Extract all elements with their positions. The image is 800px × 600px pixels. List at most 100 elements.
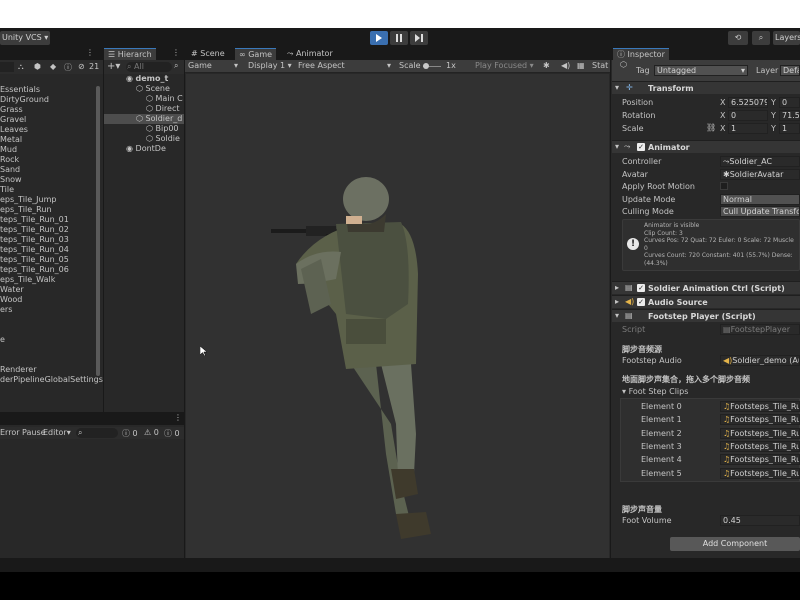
clip-element-field[interactable]: ♫Footsteps_Tile_Run_ [720, 440, 800, 452]
project-item[interactable]: teps_Tile_Run_06 [0, 265, 69, 275]
project-item[interactable]: Leaves [0, 125, 28, 135]
culling-mode-dropdown[interactable]: Cull Update Transform [720, 206, 800, 217]
clip-element-field[interactable]: ♫Footsteps_Tile_Run_ [720, 467, 800, 479]
info-icon[interactable]: ⓘ [64, 62, 72, 73]
project-search-input[interactable] [0, 62, 14, 72]
project-item[interactable]: teps_Tile_Run_05 [0, 255, 69, 265]
project-item[interactable]: Wood [0, 295, 22, 305]
project-item[interactable]: eps_Tile_Walk [0, 275, 55, 285]
rot-y-field[interactable]: 71.58 [779, 110, 800, 121]
project-item[interactable]: e [0, 335, 5, 345]
warn-count-toggle[interactable]: ⚠ 0 [144, 428, 159, 437]
filter-tag-icon[interactable]: ◆ [50, 62, 56, 71]
editor-dropdown[interactable]: Editor▾ [43, 428, 71, 437]
hierarchy-item[interactable]: ⬡ Direct [104, 104, 184, 114]
foldout-icon[interactable]: ▾ [615, 142, 619, 151]
project-item[interactable]: Renderer [0, 365, 37, 375]
tab-game[interactable]: ∞ Game [235, 48, 277, 60]
clip-element-field[interactable]: ♫Footsteps_Tile_Run_ [720, 454, 800, 466]
hierarchy-item[interactable]: ⬡ Soldier_d [104, 114, 184, 124]
tab-animator[interactable]: ⤳ Animator [283, 48, 337, 60]
splitter[interactable] [103, 48, 104, 412]
foldout-icon[interactable]: ▾ [615, 311, 619, 320]
scale-y-field[interactable]: 1 [779, 123, 800, 134]
foldout-icon[interactable]: ▾ [615, 83, 619, 92]
display-dropdown[interactable]: Display 1 ▾ [248, 61, 292, 70]
hierarchy-item[interactable]: ◉ DontDe [104, 144, 184, 154]
apply-root-checkbox[interactable] [720, 182, 728, 190]
hierarchy-item[interactable]: ⬡ Bip00 [104, 124, 184, 134]
layer-dropdown[interactable]: Defau [780, 65, 800, 76]
filter-type-icon[interactable]: ⛬ [18, 62, 24, 72]
log-count-toggle[interactable]: ⓘ 0 [122, 428, 138, 439]
project-item[interactable]: eps_Tile_Jump [0, 195, 56, 205]
bug-icon[interactable]: ✱ [543, 61, 550, 70]
hierarchy-item[interactable]: ⬡ Soldie [104, 134, 184, 144]
tab-scene[interactable]: # Scene [187, 48, 229, 60]
foldout-collapsed-icon[interactable]: ▸ [615, 297, 619, 306]
project-item[interactable]: Gravel [0, 115, 26, 125]
project-menu-icon[interactable]: ⋮ [86, 48, 94, 57]
audio-source-enabled-checkbox[interactable]: ✓ [637, 298, 645, 306]
tab-hierarchy[interactable]: ☰ Hierarch [104, 48, 156, 60]
hierarchy-item[interactable]: ◉ demo_t [104, 74, 184, 84]
filter-label-icon[interactable]: ⬢ [34, 62, 41, 71]
project-item[interactable]: derPipelineGlobalSettings [0, 375, 103, 385]
project-item[interactable]: ers [0, 305, 12, 315]
foot-step-clips-foldout[interactable]: ▾ Foot Step Clips [622, 387, 688, 397]
project-item[interactable]: Sand [0, 165, 20, 175]
clip-element-field[interactable]: ♫Footsteps_Tile_Run_ [720, 401, 800, 412]
shortcuts-icon[interactable]: ▦ [577, 61, 585, 70]
project-item[interactable]: Essentials [0, 85, 40, 95]
project-item[interactable]: teps_Tile_Run_01 [0, 215, 69, 225]
hierarchy-item[interactable]: ⬡ Main C [104, 94, 184, 104]
layers-dropdown[interactable]: Layers [773, 31, 800, 45]
scale-x-field[interactable]: 1 [728, 123, 768, 134]
search-button[interactable]: ⌕ [752, 31, 770, 45]
project-scrollbar[interactable] [96, 86, 100, 376]
project-item[interactable]: teps_Tile_Run_03 [0, 235, 69, 245]
scale-slider-handle[interactable] [423, 63, 429, 69]
audio-source-header[interactable]: ▸ ◀) ✓ Audio Source [612, 295, 800, 308]
splitter[interactable] [610, 48, 611, 558]
mute-icon[interactable]: ◀) [561, 61, 570, 70]
vcs-dropdown[interactable]: Unity VCS ▾ [0, 31, 50, 45]
project-item[interactable]: eps_Tile_Run [0, 205, 52, 215]
hierarchy-search-icon[interactable]: ⌕ [174, 61, 178, 71]
console-menu-icon[interactable]: ⋮ [174, 413, 182, 422]
hierarchy-item[interactable]: ⬡ Scene [104, 84, 184, 94]
soldier-ctrl-header[interactable]: ▸ ▤ ✓ Soldier Animation Ctrl (Script) [612, 281, 800, 294]
rot-x-field[interactable]: 0 [728, 110, 768, 121]
footstep-header[interactable]: ▾ ▤ Footstep Player (Script) [612, 309, 800, 322]
foldout-collapsed-icon[interactable]: ▸ [615, 283, 619, 292]
play-button[interactable] [370, 31, 388, 45]
avatar-field[interactable]: ✱SoldierAvatar [720, 169, 800, 180]
pause-button[interactable] [390, 31, 408, 45]
hierarchy-menu-icon[interactable]: ⋮ [172, 48, 180, 57]
project-item[interactable]: Mud [0, 145, 17, 155]
clip-element-field[interactable]: ♫Footsteps_Tile_Run_ [720, 414, 800, 426]
project-item[interactable]: Rock [0, 155, 19, 165]
play-focused-dropdown[interactable]: Play Focused ▾ [475, 61, 534, 70]
console-search-input[interactable]: ⌕ [76, 428, 118, 438]
pos-x-field[interactable]: 6.525079 [728, 97, 768, 108]
clip-element-field[interactable]: ♫Footsteps_Tile_Run_ [720, 427, 800, 439]
project-item[interactable]: teps_Tile_Run_02 [0, 225, 69, 235]
tab-inspector[interactable]: ⓘ Inspector [613, 48, 669, 60]
tag-dropdown[interactable]: Untagged ▾ [654, 65, 748, 76]
update-mode-dropdown[interactable]: Normal [720, 194, 800, 205]
transform-header[interactable]: ▾ ✛ Transform [612, 81, 800, 94]
error-pause-toggle[interactable]: Error Pause [0, 428, 46, 437]
animator-header[interactable]: ▾ ⤳ ✓ Animator [612, 140, 800, 153]
pos-y-field[interactable]: 0 [779, 97, 800, 108]
project-item[interactable]: Grass [0, 105, 23, 115]
soldier-ctrl-enabled-checkbox[interactable]: ✓ [637, 284, 645, 292]
error-count-toggle[interactable]: ⓘ 0 [164, 428, 180, 439]
splitter[interactable] [184, 48, 185, 558]
project-item[interactable]: Snow [0, 175, 22, 185]
add-component-button[interactable]: Add Component [670, 537, 800, 551]
project-item[interactable]: Water [0, 285, 24, 295]
foot-volume-field[interactable]: 0.45 [720, 515, 800, 526]
footstep-audio-field[interactable]: ◀)Soldier_demo (Audi [720, 355, 800, 366]
controller-field[interactable]: ⤳Soldier_AC [720, 156, 800, 167]
